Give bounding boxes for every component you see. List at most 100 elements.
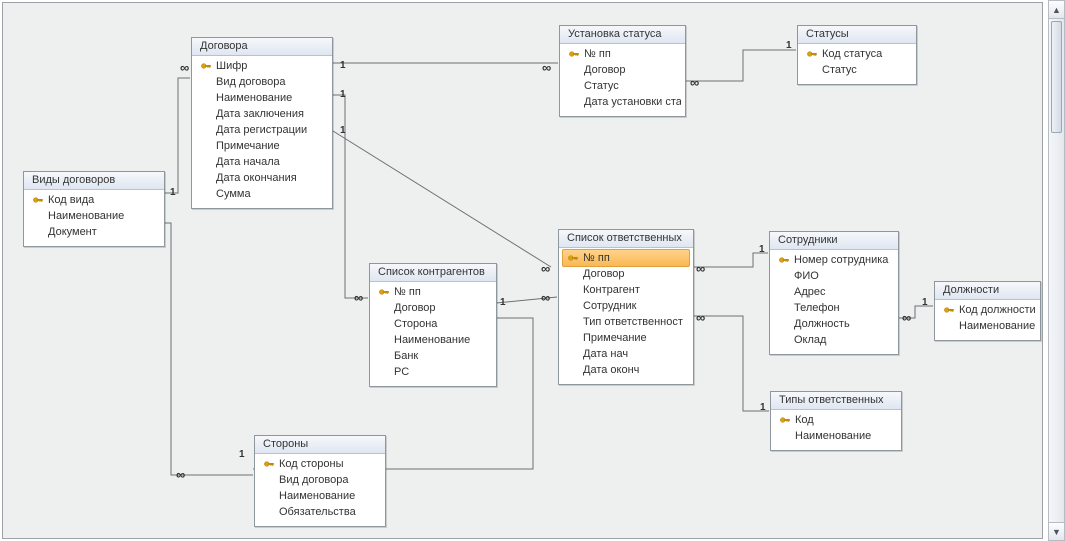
table-field-list: Код должностиНаименование [935,300,1040,340]
field[interactable]: Наименование [28,208,160,224]
field[interactable]: Примечание [563,330,689,346]
field[interactable]: Обязательства [259,504,381,520]
table-field-list: Код видаНаименование Документ [24,190,164,246]
field-label: Наименование [959,319,1035,333]
table-dogovora[interactable]: ДоговораШифрВид договораНаименованиеДата… [191,37,333,209]
field[interactable]: Дата нач [563,346,689,362]
scroll-thumb[interactable] [1051,21,1062,133]
field-pk[interactable]: Код [775,412,897,428]
table-title[interactable]: Договора [192,38,332,56]
table-title[interactable]: Список контрагентов [370,264,496,282]
field[interactable]: Дата начала [196,154,328,170]
field[interactable]: Примечание [196,138,328,154]
cardinality-one: 1 [786,41,792,51]
field-pk[interactable]: Код статуса [802,46,912,62]
field[interactable]: Дата регистрации [196,122,328,138]
field-label: Примечание [583,331,647,345]
field-pk[interactable]: № пп [374,284,492,300]
field[interactable]: Дата заключения [196,106,328,122]
field-label: Контрагент [583,283,640,297]
field-label: Наименование [48,209,124,223]
field[interactable]: Статус [802,62,912,78]
field-pk[interactable]: Код должности [939,302,1036,318]
field[interactable]: Договор [374,300,492,316]
field[interactable]: Договор [563,266,689,282]
field[interactable]: ФИО [774,268,894,284]
field[interactable]: Наименование [259,488,381,504]
cardinality-one: 1 [500,298,506,308]
table-ustanovka-statusa[interactable]: Установка статуса № ппДоговорСтатусДата у… [559,25,686,117]
field[interactable]: Статус [564,78,681,94]
scroll-down-button[interactable]: ▼ [1049,522,1064,540]
field-label: Обязательства [279,505,356,519]
field[interactable]: Договор [564,62,681,78]
relationships-canvas[interactable]: Виды договоровКод видаНаименованиеДокуме… [2,2,1043,539]
field[interactable]: Банк [374,348,492,364]
field-label: Дата нач [583,347,628,361]
table-title[interactable]: Установка статуса [560,26,685,44]
field[interactable]: Вид договора [259,472,381,488]
field-label: Статус [822,63,857,77]
field-label: РС [394,365,409,379]
cardinality-one: 1 [922,298,928,308]
field-label: Документ [48,225,97,239]
field[interactable]: Контрагент [563,282,689,298]
table-title[interactable]: Сотрудники [770,232,898,250]
table-storony[interactable]: Стороны Код стороныВид договора Наименован… [254,435,386,527]
field-pk[interactable]: Код вида [28,192,160,208]
field[interactable]: Телефон [774,300,894,316]
table-title[interactable]: Должности [935,282,1040,300]
vertical-scrollbar[interactable]: ▲ ▼ [1048,0,1065,541]
field[interactable]: РС [374,364,492,380]
field[interactable]: Наименование [775,428,897,444]
table-title[interactable]: Стороны [255,436,385,454]
field[interactable]: Сотрудник [563,298,689,314]
field[interactable]: Наименование [939,318,1036,334]
table-tipy-otvetstvennyh[interactable]: Типы ответственных КодНаименование [770,391,902,451]
table-statusy[interactable]: Статусы Код статусаСтатус [797,25,917,85]
field[interactable]: Наименование [196,90,328,106]
cardinality-many: ∞ [541,293,550,303]
field[interactable]: Наименование [374,332,492,348]
field[interactable]: Оклад [774,332,894,348]
field-pk[interactable]: № пп [562,249,690,267]
field-label: Договор [394,301,436,315]
field[interactable]: Должность [774,316,894,332]
cardinality-many: ∞ [354,293,363,303]
field-label: № пп [394,285,421,299]
field-label: Вид договора [279,473,348,487]
cardinality-one: 1 [239,450,245,460]
table-sotrudniki[interactable]: Сотрудники Номер сотрудникаФИОАдресТелефо… [769,231,899,355]
field-pk[interactable]: Номер сотрудника [774,252,894,268]
field[interactable]: Тип ответственност [563,314,689,330]
field-pk[interactable]: Код стороны [259,456,381,472]
field-pk[interactable]: № пп [564,46,681,62]
field-pk[interactable]: Шифр [196,58,328,74]
field[interactable]: Дата установки стат [564,94,681,110]
table-title[interactable]: Типы ответственных [771,392,901,410]
table-field-list: ШифрВид договораНаименованиеДата заключе… [192,56,332,208]
cardinality-many: ∞ [541,264,550,274]
field[interactable]: Документ [28,224,160,240]
scroll-up-button[interactable]: ▲ [1049,1,1064,19]
table-field-list: № ппДоговорКонтрагентСотрудникТип ответс… [559,248,693,384]
field-label: № пп [584,47,611,61]
field-label: Статус [584,79,619,93]
cardinality-one: 1 [760,403,766,413]
table-title[interactable]: Статусы [798,26,916,44]
table-vidy-dogovorov[interactable]: Виды договоров Код видаНаименование Докуме… [23,171,165,247]
table-spisok-kontragentov[interactable]: Список контрагентов № пп ДоговорСторонаНаи… [369,263,497,387]
field[interactable]: Дата оконч [563,362,689,378]
field-label: Должность [794,317,850,331]
field[interactable]: Сторона [374,316,492,332]
table-title[interactable]: Виды договоров [24,172,164,190]
field[interactable]: Адрес [774,284,894,300]
field[interactable]: Вид договора [196,74,328,90]
table-spisok-otvetstvennyh[interactable]: Список ответственных№ ппДоговорКонтраген… [558,229,694,385]
field[interactable]: Дата окончания [196,170,328,186]
table-title[interactable]: Список ответственных [559,230,693,248]
field-label: Наименование [279,489,355,503]
cardinality-many: ∞ [542,63,551,73]
table-dolzhnosti[interactable]: ДолжностиКод должностиНаименование [934,281,1041,341]
field[interactable]: Сумма [196,186,328,202]
